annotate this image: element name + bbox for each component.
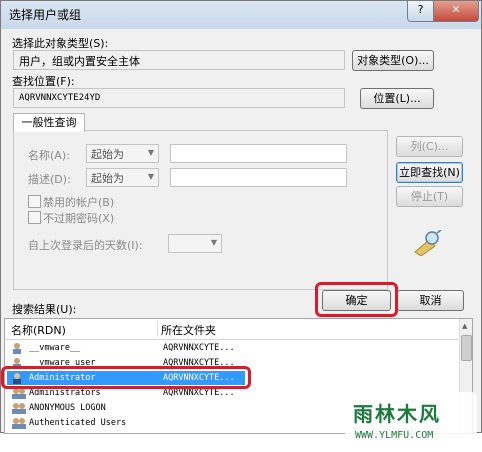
non-expiring-password-label: 不过期密码(X) — [43, 212, 115, 225]
object-type-label: 选择此对象类型(S): — [12, 37, 109, 50]
find-now-button[interactable]: 立即查找(N) — [396, 162, 463, 183]
cancel-button[interactable]: 取消 — [397, 290, 464, 311]
scroll-up-icon[interactable]: ▲ — [462, 322, 467, 330]
chevron-down-icon: ▼ — [147, 172, 154, 181]
stop-button[interactable]: 停止(T) — [396, 186, 463, 207]
administrator-highlight-annotation — [1, 366, 251, 389]
search-results-label: 搜索结果(U): — [12, 303, 77, 316]
ok-highlight-annotation — [315, 282, 398, 317]
group-icon — [11, 417, 27, 429]
description-label: 描述(D): — [28, 173, 71, 186]
locations-button[interactable]: 位置(L)... — [360, 88, 434, 109]
object-type-field: 用户，组或内置安全主体 — [13, 50, 345, 70]
chevron-down-icon: ▼ — [210, 238, 217, 247]
help-button[interactable]: ? — [407, 1, 434, 22]
window-title: 选择用户或组 — [9, 8, 82, 22]
title-bar: 选择用户或组 ? ✕ — [1, 1, 481, 29]
location-label: 查找位置(F): — [12, 75, 75, 88]
disabled-accounts-checkbox[interactable] — [28, 195, 41, 208]
table-row[interactable]: Authenticated Users — [7, 416, 245, 430]
non-expiring-password-checkbox[interactable] — [28, 211, 41, 224]
column-header-name[interactable]: 名称(RDN) — [11, 322, 66, 338]
name-input[interactable] — [170, 144, 347, 163]
object-types-button[interactable]: 对象类型(O)... — [352, 50, 434, 71]
name-operator-value: 起始为 — [91, 148, 124, 161]
scroll-thumb[interactable] — [461, 335, 472, 361]
watermark-brand: 雨林木风 — [353, 402, 441, 426]
column-header-folder[interactable]: 所在文件夹 — [161, 322, 216, 338]
watermark: 雨林木风 WWW.YLMFU.COM — [345, 392, 477, 452]
chevron-down-icon: ▼ — [147, 148, 154, 157]
description-operator-value: 起始为 — [91, 172, 124, 185]
days-since-logon-select[interactable]: ▼ — [168, 234, 222, 253]
days-since-logon-label: 自上次登录后的天数(I): — [28, 239, 143, 252]
table-row[interactable]: __vmware__ AQRVNNXCYTE... — [7, 341, 245, 355]
close-button[interactable]: ✕ — [433, 1, 479, 22]
columns-button[interactable]: 列(C)... — [396, 136, 463, 157]
column-divider — [157, 321, 158, 337]
results-header: 名称(RDN) 所在文件夹 — [5, 319, 460, 340]
group-icon — [11, 402, 27, 414]
search-flashlight-icon — [414, 230, 442, 256]
description-input[interactable] — [170, 168, 347, 187]
location-field: AQRVNNXCYTE24YD — [13, 88, 345, 108]
dialog-body: 选择此对象类型(S): 用户，组或内置安全主体 对象类型(O)... 查找位置(… — [1, 29, 481, 452]
table-row[interactable]: ANONYMOUS LOGON — [7, 401, 245, 415]
user-icon — [11, 342, 27, 354]
tab-common-queries[interactable]: 一般性查询 — [13, 113, 85, 132]
name-label: 名称(A): — [28, 149, 70, 162]
disabled-accounts-label: 禁用的帐户(B) — [43, 196, 115, 209]
description-operator-select[interactable]: 起始为 ▼ — [86, 168, 159, 187]
dialog-window: 选择用户或组 ? ✕ 选择此对象类型(S): 用户，组或内置安全主体 对象类型(… — [0, 0, 482, 452]
watermark-url: WWW.YLMFU.COM — [355, 430, 434, 441]
name-operator-select[interactable]: 起始为 ▼ — [86, 144, 159, 163]
